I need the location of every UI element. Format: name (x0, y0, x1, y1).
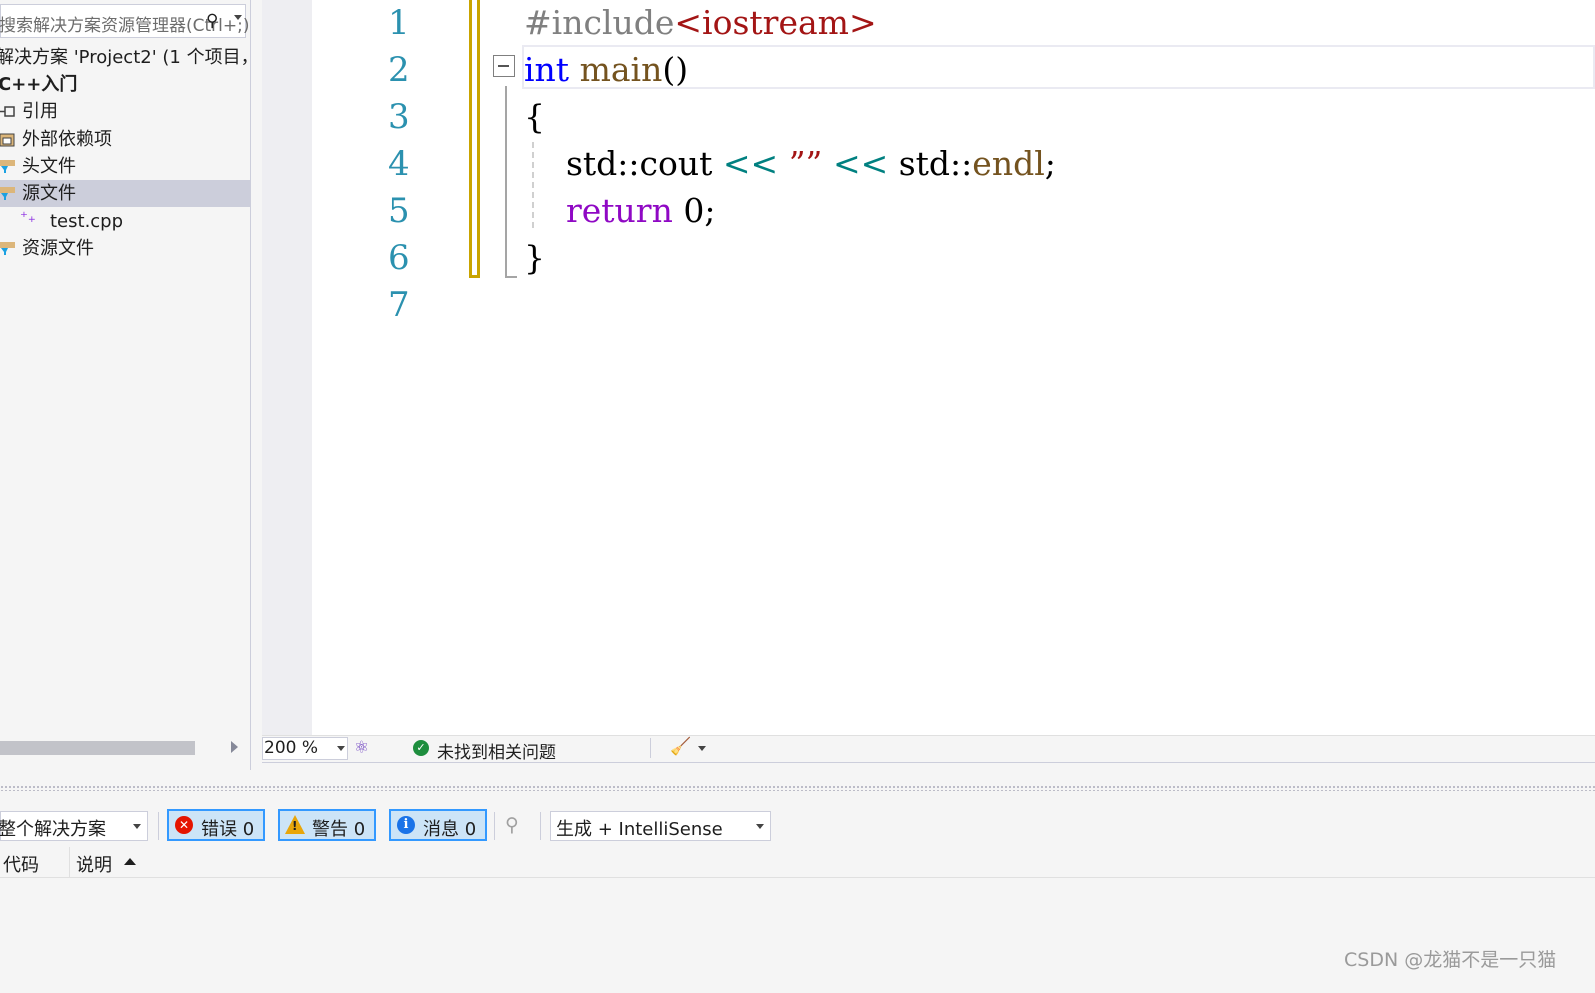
sort-ascending-icon[interactable] (124, 858, 136, 865)
code-token: main (579, 50, 663, 89)
editor-left-margin (262, 0, 312, 735)
code-token: <iostream> (674, 3, 877, 42)
code-token: () (662, 50, 689, 89)
errors-filter-button[interactable]: ✕ 错误 0 (167, 809, 265, 841)
chevron-down-icon[interactable] (133, 824, 141, 829)
tree-item-label: 资源文件 (22, 238, 94, 259)
code-token: std:: (888, 144, 973, 183)
divider (494, 812, 495, 840)
chevron-down-icon[interactable] (234, 15, 242, 20)
line-number: 1 (388, 3, 410, 43)
error-list-header (0, 845, 1595, 878)
column-header-code[interactable]: 代码 (3, 851, 39, 877)
tree-item-label: C++入门 (0, 74, 78, 95)
solution-explorer-search-box[interactable]: 搜索解决方案资源管理器(Ctrl+;) ⚲ (0, 4, 249, 38)
filter-icon[interactable]: ⚲ (505, 814, 519, 836)
filter-folder-icon (0, 160, 15, 173)
code-line[interactable]: { (524, 94, 545, 140)
code-line[interactable]: return 0; (524, 188, 715, 234)
code-line[interactable]: int main() (524, 47, 688, 93)
filter-folder-icon (0, 242, 15, 255)
chevron-down-icon[interactable] (337, 746, 345, 751)
watermark: CSDN @龙猫不是一只猫 (1344, 949, 1557, 971)
issues-status-text[interactable]: 未找到相关问题 (437, 738, 556, 763)
tree-item-solution[interactable]: 解决方案 'Project2' (1 个项目，共 1 个) (0, 44, 250, 71)
splitter-grip[interactable] (0, 785, 1595, 791)
search-icon[interactable]: ⚲ (206, 11, 218, 31)
fold-region-end (505, 276, 517, 278)
warning-icon: ! (285, 815, 305, 834)
messages-filter-button[interactable]: i 消息 0 (389, 809, 487, 841)
external-deps-icon (0, 133, 15, 147)
tree-item-header-files[interactable]: 头文件 (0, 153, 250, 180)
error-list-body (0, 878, 1595, 993)
tree-item-project[interactable]: C++入门 (0, 71, 250, 98)
messages-filter-label: 消息 0 (423, 819, 477, 840)
filter-folder-icon (0, 187, 15, 200)
line-number: 7 (388, 285, 410, 325)
scroll-right-arrow-icon[interactable] (231, 741, 238, 753)
line-number: 2 (388, 50, 410, 90)
code-token: #include (524, 3, 675, 42)
code-token: ; (1044, 144, 1056, 183)
code-line[interactable]: #include<iostream> (524, 0, 877, 46)
divider (650, 738, 651, 758)
line-number: 6 (388, 238, 410, 278)
code-token: ”” (788, 144, 823, 183)
references-icon (0, 106, 15, 117)
code-line[interactable]: std::cout << ”” << std::endl; (524, 141, 1056, 187)
tree-item-references[interactable]: 引用 (0, 98, 250, 125)
tree-item-resource-files[interactable]: 资源文件 (0, 235, 250, 262)
warnings-filter-label: 警告 0 (312, 819, 366, 840)
error-icon: ✕ (175, 816, 193, 834)
code-token: { (524, 97, 545, 136)
chevron-down-icon[interactable] (756, 824, 764, 829)
line-number: 5 (388, 191, 410, 231)
code-token: int (524, 50, 570, 89)
code-token: return (565, 191, 673, 230)
check-circle-icon: ✓ (413, 740, 429, 756)
warnings-filter-button[interactable]: ! 警告 0 (278, 809, 376, 841)
code-line[interactable]: } (524, 235, 545, 281)
tree-item-source-files[interactable]: 源文件 (0, 180, 250, 207)
code-token: } (524, 238, 545, 277)
code-cleanup-icon[interactable]: 🧹 (670, 737, 691, 757)
zoom-level: 200 % (264, 738, 319, 758)
info-icon: i (397, 816, 415, 834)
code-token: << (722, 144, 779, 183)
horizontal-scrollbar-thumb[interactable] (0, 741, 195, 755)
cpp-file-icon: ⁺₊ (20, 208, 36, 226)
error-scope-value: 整个解决方案 (0, 819, 106, 840)
tree-item-label: 源文件 (22, 183, 76, 204)
tree-item-test-cpp[interactable]: ⁺₊ test.cpp (0, 208, 250, 235)
tree-item-label: 解决方案 'Project2' (1 个项目，共 1 个) (0, 47, 250, 68)
chevron-down-icon[interactable] (698, 746, 706, 751)
tree-item-label: 头文件 (22, 156, 76, 177)
code-token: 0; (672, 191, 716, 230)
divider (158, 812, 159, 840)
tree-item-external-deps[interactable]: 外部依赖项 (0, 126, 250, 153)
tree-item-label: 外部依赖项 (22, 129, 112, 150)
fold-region-line (505, 86, 507, 278)
tree-item-label: test.cpp (50, 211, 124, 232)
column-divider[interactable] (69, 847, 70, 877)
code-token: std::cout (524, 144, 723, 183)
divider (540, 812, 541, 840)
code-token: << (832, 144, 889, 183)
change-tracking-bar (469, 0, 480, 278)
build-filter-value: 生成 + IntelliSense (556, 819, 723, 840)
column-header-description[interactable]: 说明 (76, 851, 112, 877)
tree-item-label: 引用 (22, 101, 58, 122)
code-token: endl (972, 144, 1045, 183)
solution-explorer-panel: 搜索解决方案资源管理器(Ctrl+;) ⚲ 解决方案 'Project2' (1… (0, 0, 251, 770)
errors-filter-label: 错误 0 (201, 819, 255, 840)
line-number: 3 (388, 97, 410, 137)
intellicode-icon[interactable]: ⚛ (354, 738, 369, 758)
line-number: 4 (388, 144, 410, 184)
collapse-icon[interactable] (493, 55, 515, 77)
